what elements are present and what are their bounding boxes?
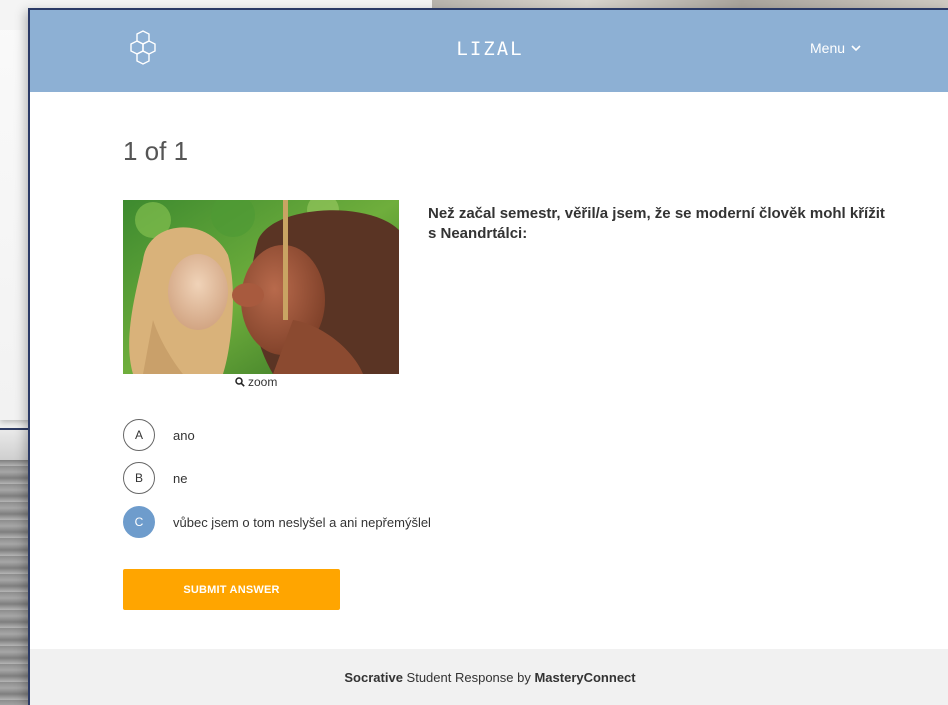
footer-company[interactable]: MasteryConnect [534,670,635,685]
menu-button[interactable]: Menu [810,40,861,56]
magnifier-icon [235,377,245,387]
option-text[interactable]: ne [173,471,187,486]
option-letter-badge-selected[interactable]: C [123,506,155,538]
answer-option-c[interactable]: C vůbec jsem o tom neslyšel a ani nepřem… [123,506,431,538]
app-window: LIZAL Menu 1 of 1 zoom Než začal semestr… [28,8,948,705]
question-image[interactable] [123,200,399,374]
option-text[interactable]: vůbec jsem o tom neslyšel a ani nepřemýš… [173,515,431,530]
footer: Socrative Student Response by MasteryCon… [30,649,948,705]
option-letter-badge[interactable]: B [123,462,155,494]
answer-option-a[interactable]: A ano [123,419,195,451]
option-letter-badge[interactable]: A [123,419,155,451]
footer-text: Student Response by [402,669,535,685]
menu-label: Menu [810,40,846,56]
question-counter: 1 of 1 [123,136,189,166]
zoom-label: zoom [248,375,278,389]
zoom-link[interactable]: zoom [235,375,277,389]
chevron-down-icon [851,45,861,52]
option-text[interactable]: ano [173,428,195,443]
answer-option-b[interactable]: B ne [123,462,187,494]
header-bar: LIZAL Menu [30,10,948,92]
submit-answer-button[interactable]: SUBMIT ANSWER [123,569,340,610]
question-text: Než začal semestr, věřil/a jsem, že se m… [428,205,885,242]
footer-brand: Socrative [344,669,403,685]
